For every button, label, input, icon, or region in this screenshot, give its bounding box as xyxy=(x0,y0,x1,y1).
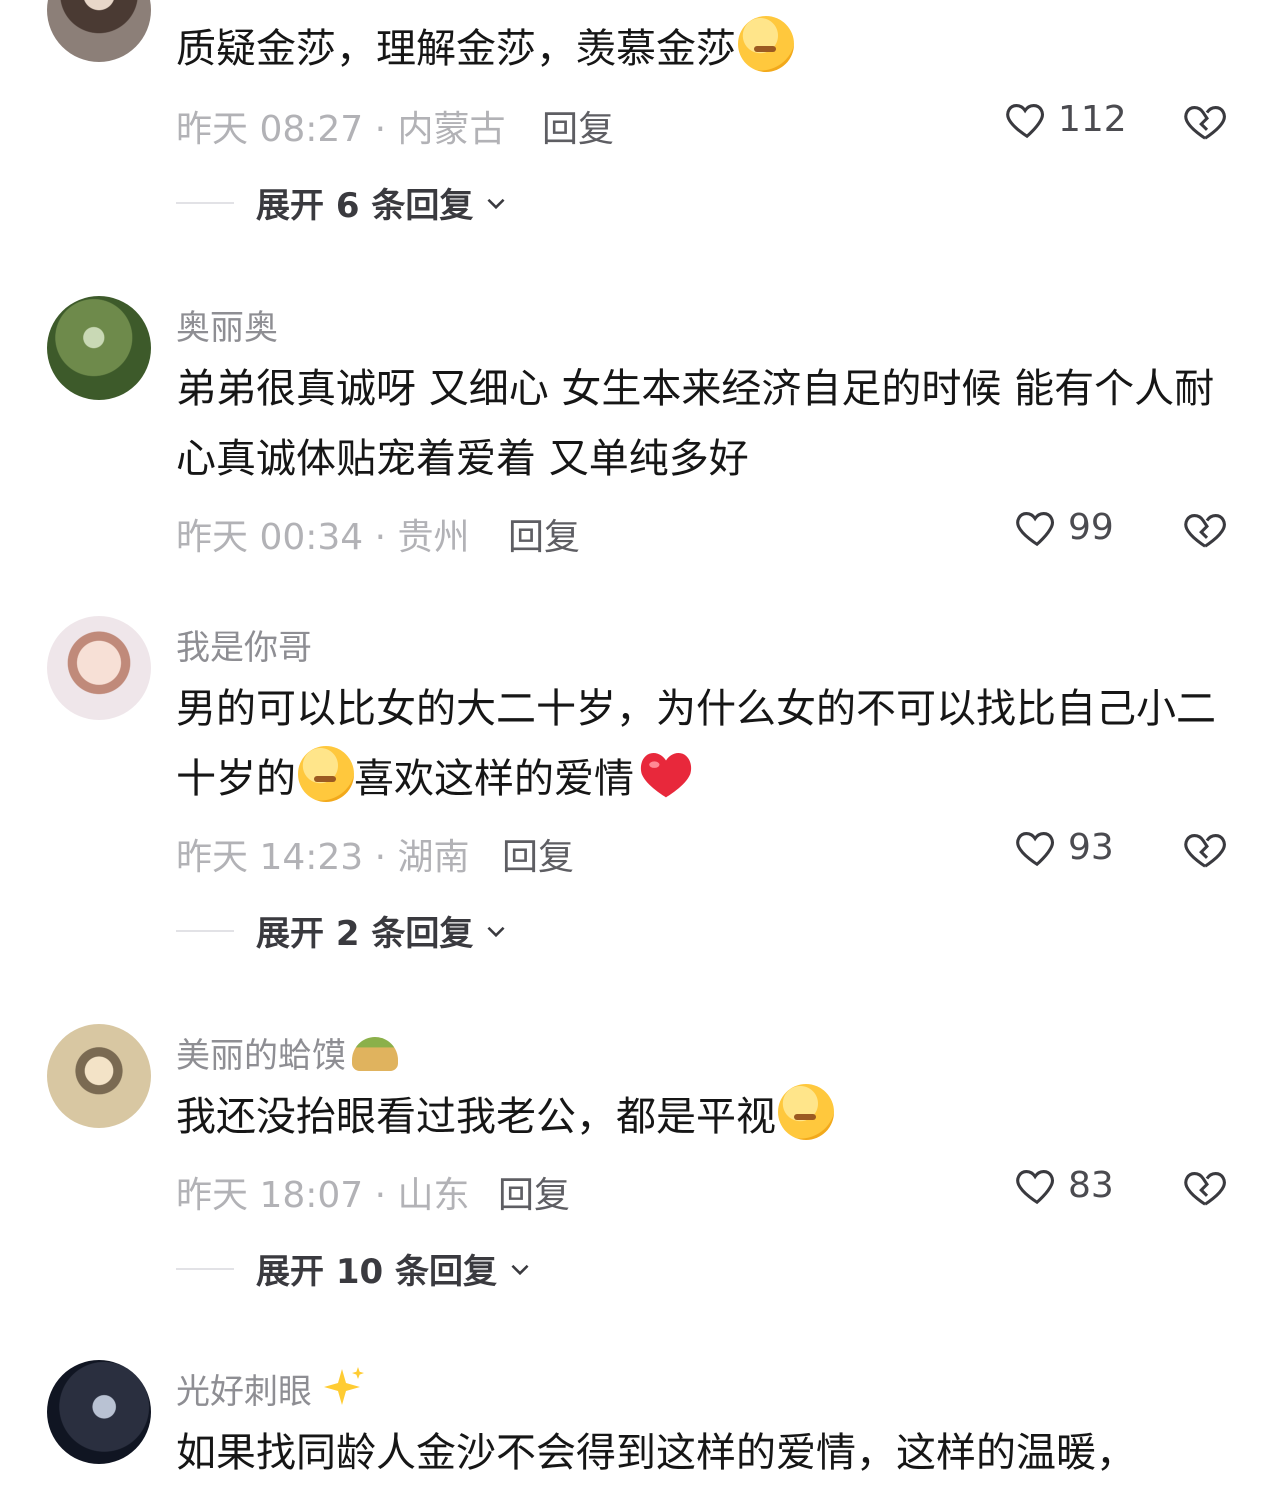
comment-meta: 昨天 00:34 · 贵州 xyxy=(176,517,470,558)
red-heart-emoji-icon xyxy=(640,753,692,798)
chevron-down-icon xyxy=(487,198,505,209)
username[interactable]: 我是你哥 xyxy=(176,620,312,669)
broken-heart-icon[interactable] xyxy=(1184,826,1230,872)
reply-button[interactable]: 回复 xyxy=(542,100,614,152)
expand-replies-button[interactable]: 展开 6 条回复 xyxy=(176,178,509,227)
sparkles-emoji-icon xyxy=(324,1367,364,1405)
chevron-down-icon xyxy=(511,1264,529,1275)
comment-meta: 昨天 14:23 · 湖南 xyxy=(176,837,470,878)
taco-emoji-icon xyxy=(352,1037,398,1071)
avatar[interactable] xyxy=(47,296,151,400)
expand-replies-button[interactable]: 展开 2 条回复 xyxy=(176,906,509,955)
like-count: 83 xyxy=(1068,1164,1114,1206)
divider xyxy=(176,1267,234,1270)
like-button[interactable]: 112 xyxy=(1004,96,1127,142)
shushing-face-emoji-icon xyxy=(298,746,354,802)
thinking-face-emoji-icon xyxy=(738,16,794,72)
divider xyxy=(176,929,234,932)
comment-meta: 昨天 08:27 · 内蒙古 xyxy=(176,109,506,150)
heart-outline-icon xyxy=(1006,104,1044,139)
like-count: 99 xyxy=(1068,506,1114,548)
reply-button[interactable]: 回复 xyxy=(502,828,574,880)
like-count: 93 xyxy=(1068,826,1114,868)
broken-heart-icon[interactable] xyxy=(1184,506,1230,552)
chevron-down-icon xyxy=(487,926,505,937)
comment-text: 弟弟很真诚呀 又细心 女生本来经济自足的时候 能有个人耐心真诚体贴宠着爱着 又单… xyxy=(176,366,1215,482)
avatar[interactable] xyxy=(47,1360,151,1464)
like-button[interactable]: 83 xyxy=(1014,1162,1114,1208)
avatar[interactable] xyxy=(47,0,151,62)
avatar[interactable] xyxy=(47,616,151,720)
pleading-face-emoji-icon xyxy=(778,1084,834,1140)
like-button[interactable]: 93 xyxy=(1014,824,1114,870)
like-button[interactable]: 99 xyxy=(1014,504,1114,550)
avatar[interactable] xyxy=(47,1024,151,1128)
expand-replies-button[interactable]: 展开 10 条回复 xyxy=(176,1244,533,1293)
broken-heart-icon[interactable] xyxy=(1184,1164,1230,1210)
broken-heart-icon[interactable] xyxy=(1184,98,1230,144)
username[interactable]: 美丽的蛤馍 xyxy=(176,1028,398,1077)
heart-outline-icon xyxy=(1016,512,1054,547)
heart-outline-icon xyxy=(1016,832,1054,867)
divider xyxy=(176,201,234,204)
comment-meta: 昨天 18:07 · 山东 xyxy=(176,1175,470,1216)
comment-text: 质疑金莎，理解金莎，羡慕金莎 xyxy=(176,14,1236,84)
username[interactable]: 光好刺眼 xyxy=(176,1364,366,1413)
comment-text: 我还没抬眼看过我老公，都是平视 xyxy=(176,1082,1236,1152)
like-count: 112 xyxy=(1058,98,1127,140)
comment-text: 如果找同龄人金沙不会得到这样的爱情，这样的温暖， xyxy=(176,1430,1136,1476)
reply-button[interactable]: 回复 xyxy=(508,508,580,560)
username[interactable]: 奥丽奥 xyxy=(176,300,278,349)
comment-text: 男的可以比女的大二十岁，为什么女的不可以找比自己小二十岁的 喜欢这样的爱情 xyxy=(176,686,1216,802)
reply-button[interactable]: 回复 xyxy=(498,1166,570,1218)
heart-outline-icon xyxy=(1016,1170,1054,1205)
